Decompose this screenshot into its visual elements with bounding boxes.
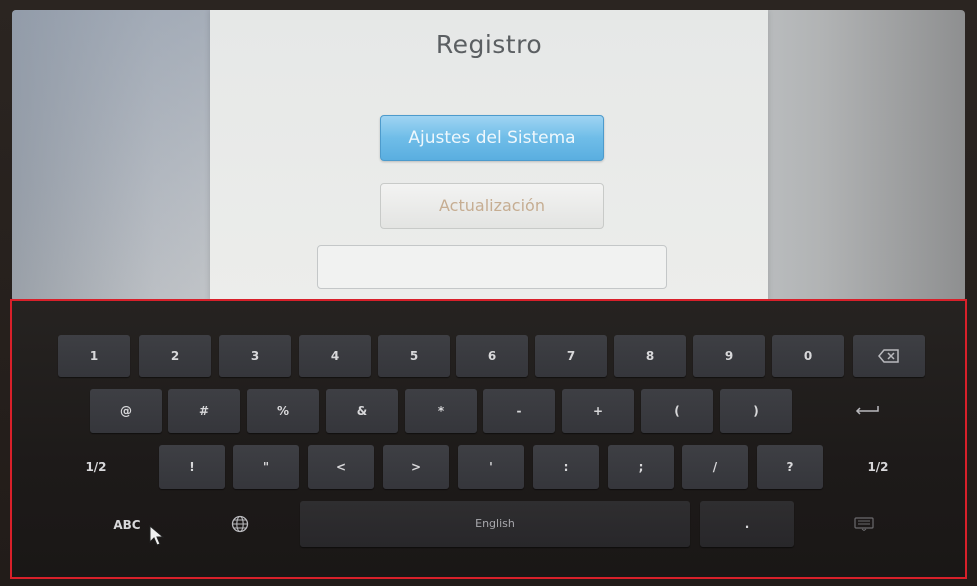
key-label: ! [189,460,195,474]
key-label: ( [674,404,680,418]
key-percent[interactable]: % [247,389,319,433]
key-2[interactable]: 2 [139,335,211,377]
registration-panel: Registro Ajustes del Sistema Actualizaci… [210,10,768,302]
key-label: . [744,517,750,531]
key-label: 4 [330,349,340,363]
key-label: % [276,404,290,418]
key-label: 1/2 [85,460,107,474]
key-minus[interactable]: - [483,389,555,433]
key-label: + [592,404,604,418]
key-ampersand[interactable]: & [326,389,398,433]
key-1[interactable]: 1 [58,335,130,377]
key-label: & [356,404,368,418]
key-9[interactable]: 9 [693,335,765,377]
background-glow [12,10,212,302]
backspace-icon [878,349,899,363]
key-period[interactable]: . [700,501,794,547]
key-label: 2 [170,349,180,363]
key-label: 0 [803,349,813,363]
key-label: : [563,460,569,474]
language-key[interactable] [208,503,272,547]
key-greater-than[interactable]: > [383,445,449,489]
key-less-than[interactable]: < [308,445,374,489]
key-label: > [410,460,422,474]
on-screen-keyboard: 1 2 3 4 5 6 7 8 9 0 @ # % & * - + ( ) 1/… [10,299,967,579]
key-colon[interactable]: : [533,445,599,489]
shift-symbols-left-key[interactable]: 1/2 [60,445,132,489]
key-5[interactable]: 5 [378,335,450,377]
key-6[interactable]: 6 [456,335,528,377]
backspace-key[interactable] [853,335,925,377]
mouse-cursor-icon [149,525,165,546]
key-label: ) [753,404,759,418]
key-at[interactable]: @ [90,389,162,433]
page-title: Registro [435,30,543,59]
key-label: / [712,460,718,474]
enter-key[interactable] [812,389,922,433]
key-exclamation[interactable]: ! [159,445,225,489]
key-label: ' [489,460,493,474]
key-label: " [262,460,270,474]
globe-icon [231,515,249,533]
key-label: 6 [487,349,497,363]
key-double-quote[interactable]: " [233,445,299,489]
key-label: 1 [89,349,99,363]
key-label: 8 [645,349,655,363]
key-apostrophe[interactable]: ' [458,445,524,489]
key-label: < [335,460,347,474]
key-label: 7 [566,349,576,363]
key-label: 1/2 [867,460,889,474]
key-8[interactable]: 8 [614,335,686,377]
key-semicolon[interactable]: ; [608,445,674,489]
key-plus[interactable]: + [562,389,634,433]
key-0[interactable]: 0 [772,335,844,377]
key-open-paren[interactable]: ( [641,389,713,433]
device-screen: Registro Ajustes del Sistema Actualizaci… [0,0,977,586]
key-label: ? [786,460,794,474]
registration-input[interactable] [317,245,667,289]
key-hash[interactable]: # [168,389,240,433]
hide-keyboard-key[interactable] [832,503,896,547]
key-4[interactable]: 4 [299,335,371,377]
key-label: 9 [724,349,734,363]
key-label: 3 [250,349,260,363]
key-7[interactable]: 7 [535,335,607,377]
key-question[interactable]: ? [757,445,823,489]
enter-icon [855,406,879,415]
update-button[interactable]: Actualización [380,183,604,229]
key-asterisk[interactable]: * [405,389,477,433]
system-settings-button[interactable]: Ajustes del Sistema [380,115,604,161]
key-slash[interactable]: / [682,445,748,489]
keyboard-hide-icon [854,517,874,532]
key-label: ; [638,460,644,474]
key-label: - [516,404,522,418]
key-label: @ [120,404,132,418]
key-label: * [437,404,445,418]
key-label: 5 [409,349,419,363]
key-3[interactable]: 3 [219,335,291,377]
space-bar[interactable]: English [300,501,690,547]
app-background: Registro Ajustes del Sistema Actualizaci… [12,10,965,302]
key-label: # [198,404,210,418]
key-label: English [475,517,515,530]
shift-symbols-right-key[interactable]: 1/2 [842,445,914,489]
key-close-paren[interactable]: ) [720,389,792,433]
